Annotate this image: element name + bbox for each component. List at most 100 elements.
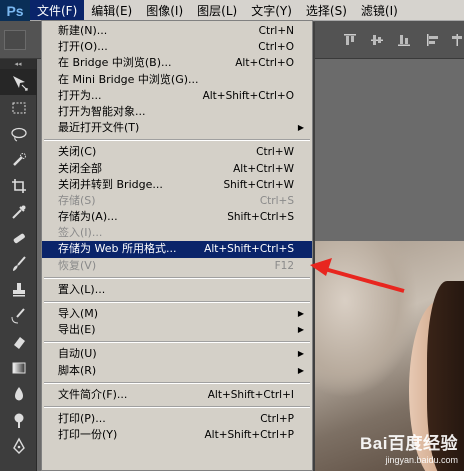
file-menu-item[interactable]: 文件简介(F)... Alt+Shift+Ctrl+I [42,387,312,403]
file-menu-item[interactable]: 打印一份(Y) Alt+Shift+Ctrl+P [42,427,312,443]
dodge-tool-icon [14,413,23,428]
menu-bar: Ps 文件(F) 编辑(E) 图像(I) 图层(L) 文字(Y) 选择(S) 滤镜(I) [0,0,464,21]
submenu-arrow-icon: ▶ [297,325,304,335]
healing-brush-tool-icon [13,233,25,244]
move-tool-icon [12,76,28,91]
file-menu-item[interactable]: 脚本(R) ▶ [42,363,312,379]
menu-item-shortcut: Ctrl+P [260,412,294,425]
menu-item-label: 置入(L)... [58,282,106,296]
menu-select[interactable]: 选择(S) [299,0,354,20]
file-menu-dropdown: 新建(N)... Ctrl+N 打开(O)... Ctrl+O 在 Bridge 中浏览… [41,20,313,471]
file-menu-item[interactable]: 打印(P)... Ctrl+P [42,411,312,427]
menu-item-label: 关闭(C) [58,145,97,159]
brush-tool-icon [12,256,26,271]
pen-tool-button[interactable] [0,433,37,459]
crop-tool-button[interactable] [0,173,37,199]
menu-item-label: 自动(U) [58,347,97,361]
menu-item-shortcut: Alt+Shift+Ctrl+S [204,243,294,256]
menu-file[interactable]: 文件(F) [30,0,85,20]
menu-item-label: 存储为(A)... [58,210,118,224]
marquee-tool-button[interactable] [0,95,37,121]
menu-item-label: 文件简介(F)... [58,387,128,401]
submenu-arrow-icon: ▶ [297,349,304,359]
menu-item-label: 导出(E) [58,323,96,337]
file-menu-item[interactable]: 自动(U) ▶ [42,346,312,362]
menu-item-label: 最近打开文件(T) [58,121,140,135]
gradient-tool-button[interactable] [0,355,37,381]
menu-item-label: 打开为... [58,88,102,102]
submenu-arrow-icon: ▶ [297,309,304,318]
clone-stamp-tool-button[interactable] [0,277,37,303]
menu-item-shortcut: Ctrl+W [256,146,294,159]
menu-item-label: 关闭并转到 Bridge... [58,177,163,191]
align-center-icon[interactable] [450,33,464,47]
file-menu-item[interactable]: 关闭并转到 Bridge... Shift+Ctrl+W [42,177,312,193]
menu-image[interactable]: 图像(I) [139,0,190,20]
file-menu-item[interactable]: 导入(M) ▶ [42,306,312,322]
tools-panel: ◂◂ [0,59,37,471]
marquee-tool-icon [12,102,25,114]
history-brush-tool-button[interactable] [0,303,37,329]
collapse-panel-icon[interactable]: ◂◂ [0,59,36,69]
file-menu-item[interactable]: 最近打开文件(T) ▶ [42,120,312,136]
menu-item-shortcut: Alt+Shift+Ctrl+P [204,429,295,442]
dodge-tool-button[interactable] [0,407,37,433]
menu-item-label: 脚本(R) [58,363,97,377]
blur-tool-button[interactable] [0,381,37,407]
menu-item-shortcut: Shift+Ctrl+W [223,178,294,191]
history-brush-tool-icon [11,308,25,324]
align-left-icon[interactable] [426,33,440,47]
gradient-tool-icon [12,362,25,374]
menu-separator [44,139,310,142]
file-menu-item[interactable]: 导出(E) ▶ [42,322,312,338]
menu-item-label: 导入(M) [58,307,99,320]
move-tool-button[interactable] [0,69,37,95]
menu-item-label: 在 Bridge 中浏览(B)... [58,56,172,70]
eyedropper-tool-button[interactable] [0,199,37,225]
file-menu-item[interactable]: 关闭全部 Alt+Ctrl+W [42,161,312,177]
blur-tool-icon [14,387,23,401]
file-menu-item[interactable]: 存储为 Web 所用格式... Alt+Shift+Ctrl+S [42,241,312,258]
align-bottom-icon[interactable] [397,33,411,47]
menu-type[interactable]: 文字(Y) [244,0,299,20]
menu-item-label: 存储(S) [58,193,96,207]
file-menu-item[interactable]: 存储为(A)... Shift+Ctrl+S [42,209,312,225]
file-menu-item[interactable]: 新建(N)... Ctrl+N [42,23,312,39]
menu-item-label: 关闭全部 [58,161,102,175]
menu-item-label: 在 Mini Bridge 中浏览(G)... [58,72,199,86]
menu-item-label: 恢复(V) [58,258,97,272]
file-menu-item[interactable]: 打开为... Alt+Shift+Ctrl+O [42,88,312,104]
menu-item-shortcut: Shift+Ctrl+S [227,211,294,224]
menu-item-shortcut: Alt+Ctrl+W [233,162,294,175]
submenu-arrow-icon: ▶ [297,365,304,375]
lasso-tool-button[interactable] [0,121,37,147]
eraser-tool-icon [13,337,25,349]
file-menu-item[interactable]: 关闭(C) Ctrl+W [42,144,312,160]
menu-separator [44,341,310,344]
file-menu-item: 签入(I)... [42,225,312,241]
align-top-icon[interactable] [343,33,357,47]
align-middle-icon[interactable] [370,33,384,47]
photoshop-logo: Ps [0,0,30,21]
file-menu-item[interactable]: 打开(O)... Ctrl+O [42,39,312,55]
file-menu-item[interactable]: 置入(L)... [42,282,312,298]
clone-stamp-tool-icon [12,283,25,297]
eraser-tool-button[interactable] [0,329,37,355]
file-menu-item: 存储(S) Ctrl+S [42,193,312,209]
menu-item-shortcut: F12 [274,259,294,272]
healing-brush-tool-button[interactable] [0,225,37,251]
menu-filter[interactable]: 滤镜(I) [354,0,405,20]
tool-preset-button[interactable] [4,30,26,50]
file-menu-item: 恢复(V) F12 [42,258,312,274]
brush-tool-button[interactable] [0,251,37,277]
pen-tool-icon [12,437,25,454]
file-menu-item[interactable]: 在 Bridge 中浏览(B)... Alt+Ctrl+O [42,55,312,71]
file-menu-item[interactable]: 打开为智能对象... [42,104,312,120]
menu-edit[interactable]: 编辑(E) [84,0,139,20]
menu-item-label: 新建(N)... [58,24,108,37]
quick-select-tool-button[interactable] [0,147,37,173]
menu-separator [44,381,310,384]
menu-layer[interactable]: 图层(L) [190,0,244,20]
file-menu-item[interactable]: 在 Mini Bridge 中浏览(G)... [42,72,312,88]
menu-item-shortcut: Ctrl+O [258,41,294,54]
